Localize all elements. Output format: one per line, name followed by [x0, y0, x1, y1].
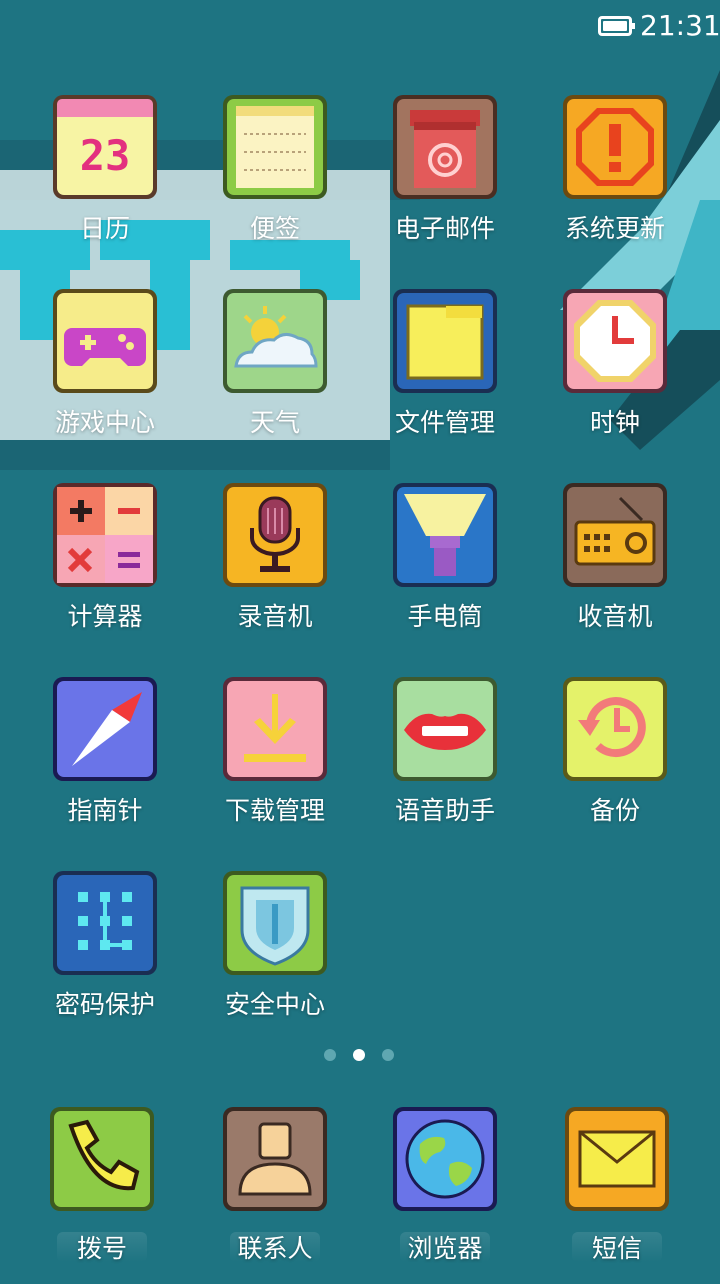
app-calculator[interactable]: 计算器 [20, 480, 190, 660]
flashlight-icon [390, 480, 500, 590]
envelope-icon [562, 1104, 672, 1214]
app-calendar[interactable]: 23 日历 [20, 92, 190, 272]
app-label: 指南针 [67, 796, 143, 825]
gamepad-icon [50, 286, 160, 396]
mailbox-icon [390, 92, 500, 202]
app-label: 天气 [249, 408, 300, 437]
page-dot-2[interactable] [353, 1049, 365, 1061]
weather-icon [220, 286, 330, 396]
app-label: 计算器 [67, 602, 143, 631]
app-label: 备份 [589, 796, 640, 825]
app-label: 密码保护 [54, 990, 155, 1019]
globe-icon [390, 1104, 500, 1214]
page-dot-3[interactable] [382, 1049, 394, 1061]
app-label: 手电筒 [407, 602, 483, 631]
app-label: 电子邮件 [394, 214, 495, 243]
keypad-icon [50, 868, 160, 978]
app-label: 游戏中心 [54, 408, 155, 437]
app-label: 文件管理 [394, 408, 495, 437]
backup-clock-icon [560, 674, 670, 784]
dock: 拨号 联系人 浏览器 短信 [0, 1100, 720, 1280]
exclamation-icon [560, 92, 670, 202]
radio-icon [560, 480, 670, 590]
app-label: 语音助手 [394, 796, 495, 825]
app-label: 浏览器 [407, 1234, 483, 1263]
app-security-center[interactable]: 安全中心 [190, 868, 360, 1048]
app-label: 短信 [591, 1234, 642, 1263]
app-label: 日历 [79, 214, 130, 243]
status-bar: 21:31 [0, 0, 720, 56]
app-compass[interactable]: 指南针 [20, 674, 190, 854]
battery-full-icon [598, 16, 635, 36]
folder-icon [390, 286, 500, 396]
app-game-center[interactable]: 游戏中心 [20, 286, 190, 466]
app-label: 收音机 [577, 602, 653, 631]
app-recorder[interactable]: 录音机 [190, 480, 360, 660]
app-downloads[interactable]: 下载管理 [190, 674, 360, 854]
compass-icon [50, 674, 160, 784]
app-label: 联系人 [237, 1234, 313, 1263]
app-email[interactable]: 电子邮件 [360, 92, 530, 272]
dock-browser[interactable]: 浏览器 [360, 1104, 530, 1284]
phone-icon [47, 1104, 157, 1214]
app-label: 录音机 [237, 602, 313, 631]
notepad-icon [220, 92, 330, 202]
app-backup[interactable]: 备份 [530, 674, 700, 854]
dock-contacts[interactable]: 联系人 [190, 1104, 360, 1284]
contact-icon [220, 1104, 330, 1214]
dock-dialer[interactable]: 拨号 [17, 1104, 187, 1284]
app-radio[interactable]: 收音机 [530, 480, 700, 660]
app-file-manager[interactable]: 文件管理 [360, 286, 530, 466]
download-icon [220, 674, 330, 784]
app-system-update[interactable]: 系统更新 [530, 92, 700, 272]
clock-icon [560, 286, 670, 396]
microphone-icon [220, 480, 330, 590]
app-clock[interactable]: 时钟 [530, 286, 700, 466]
calendar-date: 23 [80, 131, 131, 180]
app-label: 系统更新 [564, 214, 665, 243]
app-notes[interactable]: 便签 [190, 92, 360, 272]
app-label: 下载管理 [224, 796, 325, 825]
app-label: 时钟 [589, 408, 640, 437]
lips-icon [390, 674, 500, 784]
app-weather[interactable]: 天气 [190, 286, 360, 466]
page-dot-1[interactable] [324, 1049, 336, 1061]
shield-icon [220, 868, 330, 978]
status-time: 21:31 [640, 9, 720, 42]
app-password-protect[interactable]: 密码保护 [20, 868, 190, 1048]
app-flashlight[interactable]: 手电筒 [360, 480, 530, 660]
dock-messages[interactable]: 短信 [532, 1104, 702, 1284]
app-voice-assistant[interactable]: 语音助手 [360, 674, 530, 854]
calendar-icon: 23 [50, 92, 160, 202]
app-label: 拨号 [76, 1234, 127, 1263]
app-label: 安全中心 [224, 990, 325, 1019]
page-indicator[interactable] [318, 1049, 402, 1063]
app-label: 便签 [249, 214, 300, 243]
calculator-icon [50, 480, 160, 590]
